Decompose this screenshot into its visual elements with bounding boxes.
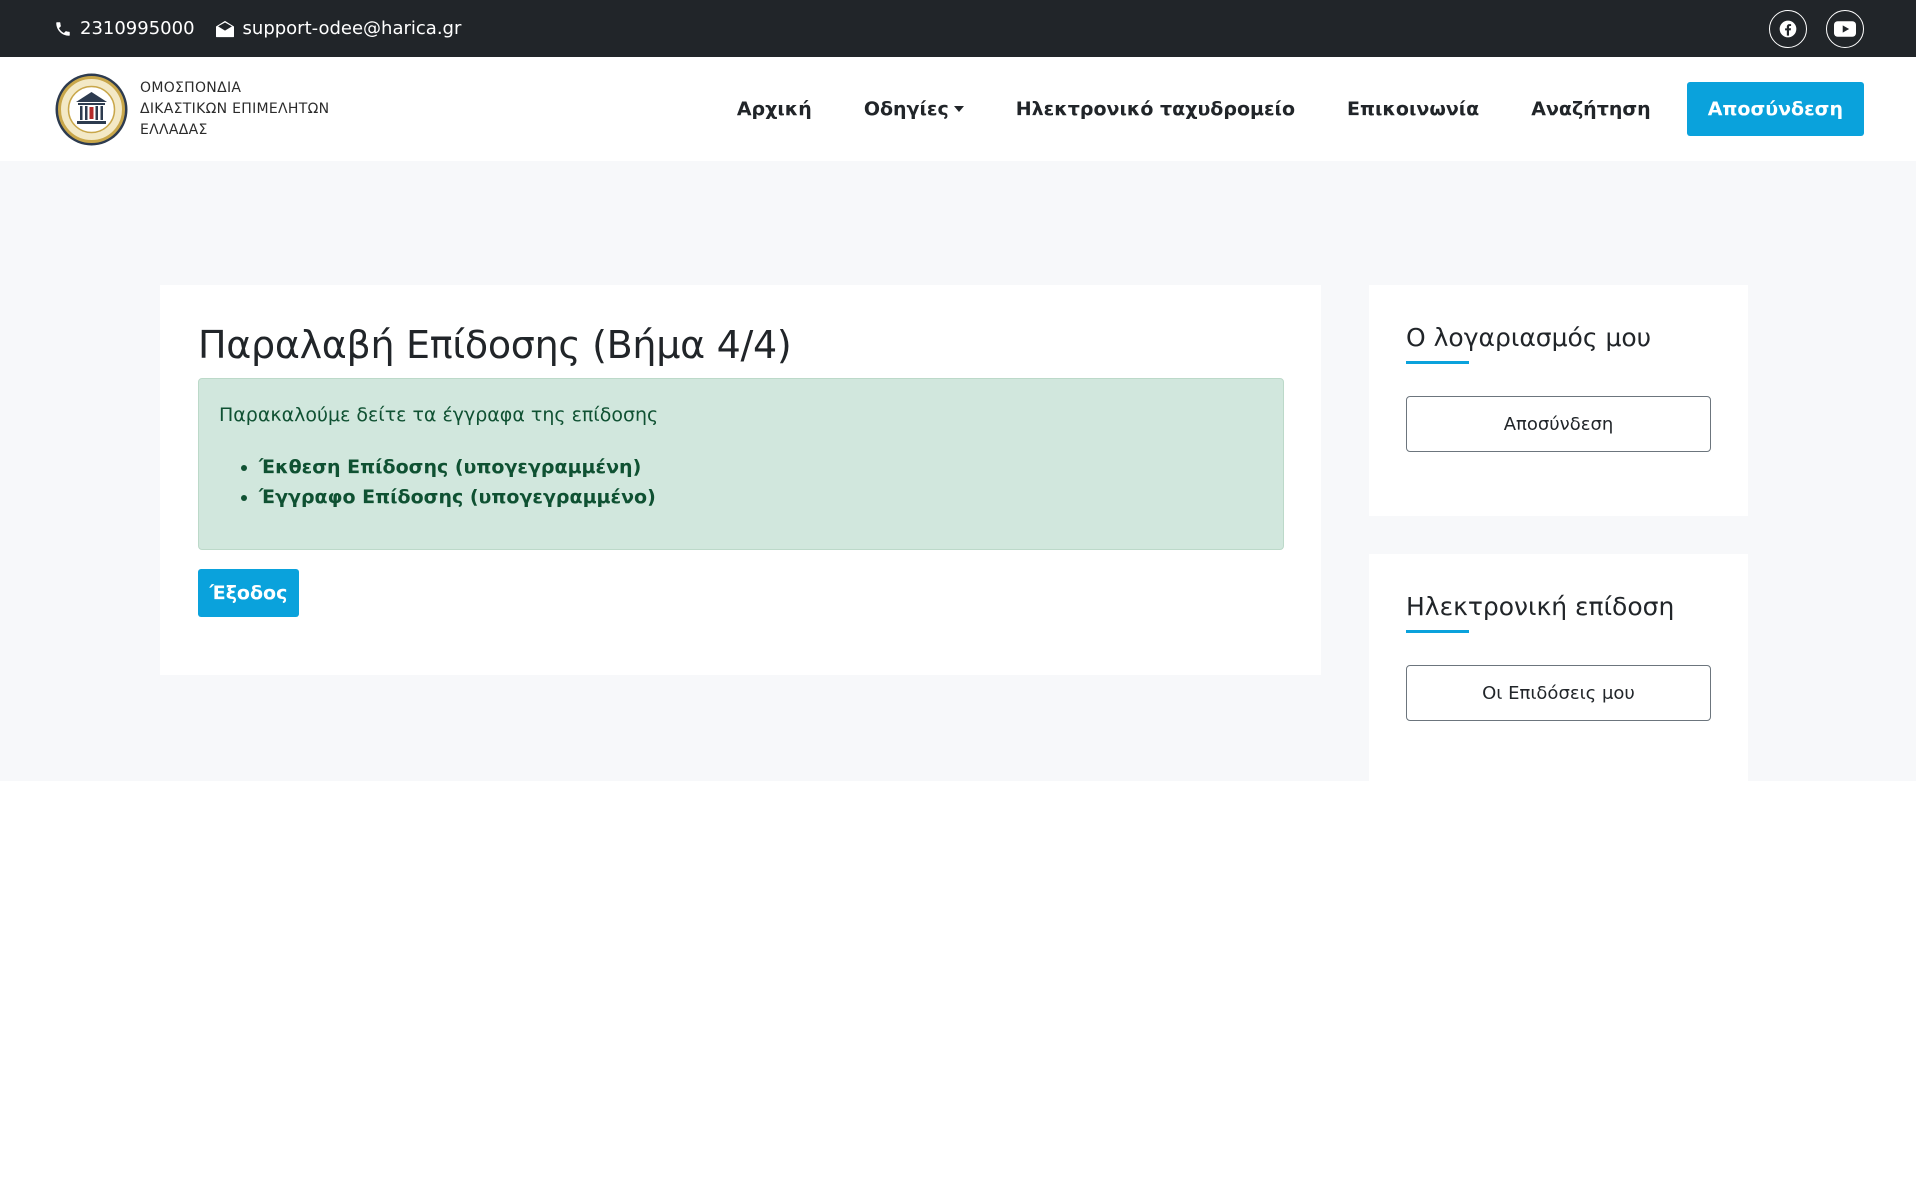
- title-underline: [1406, 361, 1469, 364]
- top-bar: 2310995000 support-odee@harica.gr: [0, 0, 1916, 57]
- my-services-button[interactable]: Οι Επιδόσεις μου: [1406, 665, 1711, 721]
- phone-number: 2310995000: [80, 18, 195, 39]
- alert-intro-text: Παρακαλούμε δείτε τα έγγραφα της επίδοση…: [219, 404, 659, 426]
- brand-line-1: ΟΜΟΣΠΟΝΔΙΑ: [140, 80, 242, 96]
- nav-guides-dropdown[interactable]: Οδηγίες: [864, 98, 964, 120]
- main-card: Παραλαβή Επίδοσης (Βήμα 4/4) Παρακαλούμε…: [160, 285, 1321, 675]
- contact-info: 2310995000 support-odee@harica.gr: [54, 0, 481, 57]
- nav-menu: Αρχική Οδηγίες Ηλεκτρονικό ταχυδρομείο Ε…: [685, 82, 1864, 136]
- phone-icon: [56, 21, 70, 36]
- nav-logout-button[interactable]: Αποσύνδεση: [1686, 82, 1864, 136]
- facebook-icon: [1779, 20, 1797, 38]
- phone-item[interactable]: 2310995000: [54, 18, 195, 39]
- nav-electronic-mail[interactable]: Ηλεκτρονικό ταχυδρομείο: [1016, 98, 1295, 120]
- nav-guides-label: Οδηγίες: [863, 98, 949, 120]
- caret-down-icon: [953, 106, 964, 112]
- service-card-title: Ηλεκτρονική επίδοση: [1406, 592, 1675, 621]
- exit-button[interactable]: Έξοδος: [198, 569, 299, 617]
- document-list: Έκθεση Επίδοσης (υπογεγραμμένη) Έγγραφο …: [259, 452, 656, 512]
- envelope-icon: [215, 20, 234, 37]
- federation-seal-logo: [55, 73, 128, 146]
- title-underline: [1406, 630, 1469, 633]
- main-navbar: ΟΜΟΣΠΟΝΔΙΑ ΔΙΚΑΣΤΙΚΩΝ ΕΠΙΜΕΛΗΤΩΝ ΕΛΛΑΔΑΣ…: [0, 57, 1916, 161]
- documents-alert: Παρακαλούμε δείτε τα έγγραφα της επίδοση…: [198, 378, 1284, 550]
- nav-contact[interactable]: Επικοινωνία: [1347, 98, 1479, 120]
- email-item[interactable]: support-odee@harica.gr: [215, 18, 462, 39]
- youtube-icon: [1834, 21, 1856, 37]
- brand-logo-link[interactable]: ΟΜΟΣΠΟΝΔΙΑ ΔΙΚΑΣΤΙΚΩΝ ΕΠΙΜΕΛΗΤΩΝ ΕΛΛΑΔΑΣ: [54, 72, 329, 147]
- nav-home[interactable]: Αρχική: [737, 98, 812, 120]
- brand-name: ΟΜΟΣΠΟΝΔΙΑ ΔΙΚΑΣΤΙΚΩΝ ΕΠΙΜΕΛΗΤΩΝ ΕΛΛΑΔΑΣ: [140, 78, 329, 141]
- youtube-link[interactable]: [1826, 10, 1864, 48]
- brand-line-3: ΕΛΛΑΔΑΣ: [140, 122, 208, 138]
- sidebar-logout-button[interactable]: Αποσύνδεση: [1406, 396, 1711, 452]
- facebook-link[interactable]: [1769, 10, 1807, 48]
- account-card: Ο λογαριασμός μου Αποσύνδεση: [1369, 285, 1748, 516]
- account-card-title: Ο λογαριασμός μου: [1406, 323, 1652, 352]
- document-link-report[interactable]: Έκθεση Επίδοσης (υπογεγραμμένη): [259, 452, 656, 482]
- social-links: [1750, 10, 1864, 48]
- email-address: support-odee@harica.gr: [242, 18, 462, 39]
- page-title: Παραλαβή Επίδοσης (Βήμα 4/4): [198, 323, 792, 367]
- nav-search[interactable]: Αναζήτηση: [1531, 98, 1650, 120]
- electronic-service-card: Ηλεκτρονική επίδοση Οι Επιδόσεις μου: [1369, 554, 1748, 781]
- brand-line-2: ΔΙΚΑΣΤΙΚΩΝ ΕΠΙΜΕΛΗΤΩΝ: [140, 101, 330, 117]
- document-link-document[interactable]: Έγγραφο Επίδοσης (υπογεγραμμένο): [259, 482, 656, 512]
